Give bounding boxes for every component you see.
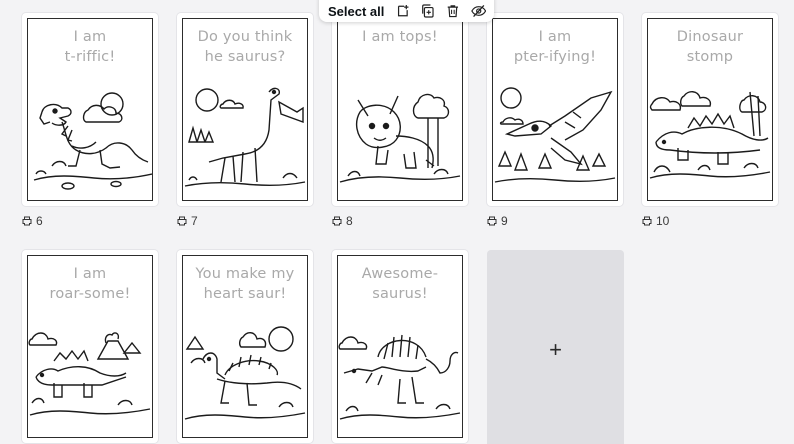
- page-thumbnail-6[interactable]: I am t-riffic!: [22, 13, 158, 206]
- page-number: 7: [191, 214, 198, 228]
- spinosaurus-illustration: [338, 334, 461, 420]
- printer-icon: [487, 216, 497, 226]
- page-title: You make my heart saur!: [195, 266, 295, 302]
- page-number-label: 7: [177, 214, 198, 228]
- page-title: Awesome- saurus!: [361, 266, 439, 302]
- printer-icon: [177, 216, 187, 226]
- select-all-button[interactable]: Select all: [328, 4, 384, 19]
- page-title: Do you think he saurus?: [197, 29, 293, 65]
- page-title: Dinosaur stomp: [676, 29, 744, 65]
- trash-icon[interactable]: [446, 3, 460, 19]
- printer-icon: [642, 216, 652, 226]
- page-number: 9: [501, 214, 508, 228]
- page-title: I am tops!: [362, 29, 438, 45]
- page-number: 10: [656, 214, 670, 228]
- coloring-page: I am tops!: [337, 18, 463, 201]
- add-page-button[interactable]: +: [487, 250, 624, 444]
- brachiosaurus-illustration: [184, 87, 306, 187]
- page-thumbnail-7[interactable]: Do you think he saurus?: [177, 13, 313, 206]
- page-selection-toolbar: Select all: [319, 0, 494, 22]
- dimetrodon-illustration: [184, 326, 306, 420]
- page-thumbnail-11[interactable]: I am roar-some!: [22, 250, 158, 443]
- t-rex-illustration: [33, 92, 152, 190]
- stegosaurus-illustration: [649, 91, 771, 179]
- page-thumbnail-13[interactable]: Awesome- saurus!: [332, 250, 468, 443]
- triceratops-illustration: [339, 93, 461, 183]
- page-thumbnail-8[interactable]: I am tops!: [332, 13, 468, 206]
- add-page-icon[interactable]: [396, 3, 410, 19]
- page-thumbnail-10[interactable]: Dinosaur stomp: [642, 13, 778, 206]
- coloring-page: Dinosaur stomp: [647, 18, 773, 201]
- page-number: 6: [36, 214, 43, 228]
- coloring-page: I am roar-some!: [27, 255, 153, 438]
- stegosaurus-volcano-illustration: [28, 332, 151, 416]
- coloring-page: I am t-riffic!: [27, 18, 153, 201]
- plus-icon: +: [549, 337, 562, 362]
- page-number-label: 6: [22, 214, 43, 228]
- coloring-page: I am pter-ifying!: [492, 18, 618, 201]
- page-thumbnail-12[interactable]: You make my heart saur!: [177, 250, 313, 443]
- page-number-label: 8: [332, 214, 353, 228]
- hide-icon[interactable]: [470, 3, 486, 19]
- page-title: I am pter-ifying!: [513, 29, 597, 65]
- coloring-page: Awesome- saurus!: [337, 255, 463, 438]
- page-number: 8: [346, 214, 353, 228]
- page-number-label: 10: [642, 214, 669, 228]
- printer-icon: [332, 216, 342, 226]
- page-number-label: 9: [487, 214, 508, 228]
- pterodactyl-illustration: [494, 87, 616, 183]
- duplicate-page-icon[interactable]: [421, 3, 435, 19]
- page-thumbnail-9[interactable]: I am pter-ifying!: [487, 13, 623, 206]
- coloring-page: Do you think he saurus?: [182, 18, 308, 201]
- page-title: I am t-riffic!: [64, 29, 116, 65]
- coloring-page: You make my heart saur!: [182, 255, 308, 438]
- page-title: I am roar-some!: [49, 266, 131, 302]
- printer-icon: [22, 216, 32, 226]
